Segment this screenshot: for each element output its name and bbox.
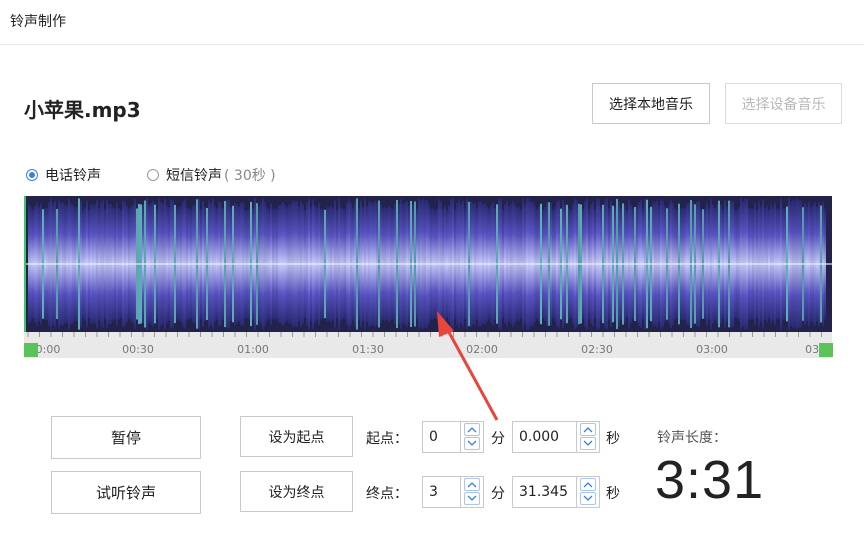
start-label: 起点： bbox=[366, 431, 408, 447]
start-minutes-unit: 分 bbox=[491, 431, 505, 447]
chevron-down-icon[interactable] bbox=[580, 437, 596, 450]
end-minutes-unit: 分 bbox=[491, 486, 505, 502]
start-seconds-unit: 秒 bbox=[606, 431, 620, 447]
playhead-line[interactable] bbox=[24, 196, 26, 332]
start-minutes-input[interactable] bbox=[423, 422, 461, 452]
chevron-down-icon[interactable] bbox=[464, 492, 480, 505]
chevron-up-icon[interactable] bbox=[580, 478, 596, 491]
waveform-editor[interactable]: 0:00 00:30 01:00 01:30 02:00 02:30 03:00… bbox=[24, 196, 833, 360]
chevron-up-icon[interactable] bbox=[580, 423, 596, 436]
select-local-music-button[interactable]: 选择本地音乐 bbox=[592, 83, 710, 124]
end-handle[interactable] bbox=[819, 343, 833, 357]
end-seconds-stepper[interactable] bbox=[512, 476, 600, 508]
tick-label: 02:00 bbox=[466, 343, 498, 356]
tick-label: 03:00 bbox=[696, 343, 728, 356]
start-minutes-stepper[interactable] bbox=[422, 421, 484, 453]
radio-sms-note: ( 30秒 ) bbox=[224, 168, 276, 184]
preview-ringtone-button[interactable]: 试听铃声 bbox=[51, 471, 201, 514]
radio-phone-ringtone[interactable]: 电话铃声 bbox=[26, 165, 101, 185]
waveform[interactable] bbox=[24, 196, 832, 332]
set-end-button[interactable]: 设为终点 bbox=[240, 471, 353, 512]
start-handle[interactable] bbox=[24, 343, 38, 357]
set-start-button[interactable]: 设为起点 bbox=[240, 416, 353, 457]
file-name: 小苹果.mp3 bbox=[24, 98, 141, 122]
ringtone-length-label: 铃声长度： bbox=[657, 430, 727, 446]
start-seconds-stepper[interactable] bbox=[512, 421, 600, 453]
radio-unchecked-icon bbox=[147, 169, 159, 181]
end-label: 终点： bbox=[366, 486, 408, 502]
chevron-down-icon[interactable] bbox=[580, 492, 596, 505]
end-minutes-stepper[interactable] bbox=[422, 476, 484, 508]
pause-button[interactable]: 暂停 bbox=[51, 416, 201, 459]
tick-label: 02:30 bbox=[581, 343, 613, 356]
chevron-down-icon[interactable] bbox=[464, 437, 480, 450]
chevron-up-icon[interactable] bbox=[464, 478, 480, 491]
radio-sms-ringtone[interactable]: 短信铃声 ( 30秒 ) bbox=[147, 165, 276, 185]
select-device-music-button[interactable]: 选择设备音乐 bbox=[725, 83, 842, 124]
radio-phone-label: 电话铃声 bbox=[45, 168, 101, 184]
radio-sms-label: 短信铃声 bbox=[166, 168, 222, 184]
radio-checked-icon bbox=[26, 169, 38, 181]
start-seconds-input[interactable] bbox=[513, 422, 577, 452]
end-seconds-unit: 秒 bbox=[606, 486, 620, 502]
tick-label: 01:30 bbox=[352, 343, 384, 356]
app-title: 铃声制作 bbox=[10, 14, 66, 30]
end-minutes-input[interactable] bbox=[423, 477, 461, 507]
chevron-up-icon[interactable] bbox=[464, 423, 480, 436]
end-seconds-input[interactable] bbox=[513, 477, 577, 507]
tick-label: 00:30 bbox=[122, 343, 154, 356]
tick-label: 0:00 bbox=[35, 343, 61, 356]
tick-label: 01:00 bbox=[237, 343, 269, 356]
ringtone-length-value: 3:31 bbox=[655, 450, 765, 510]
title-bar bbox=[0, 0, 864, 45]
